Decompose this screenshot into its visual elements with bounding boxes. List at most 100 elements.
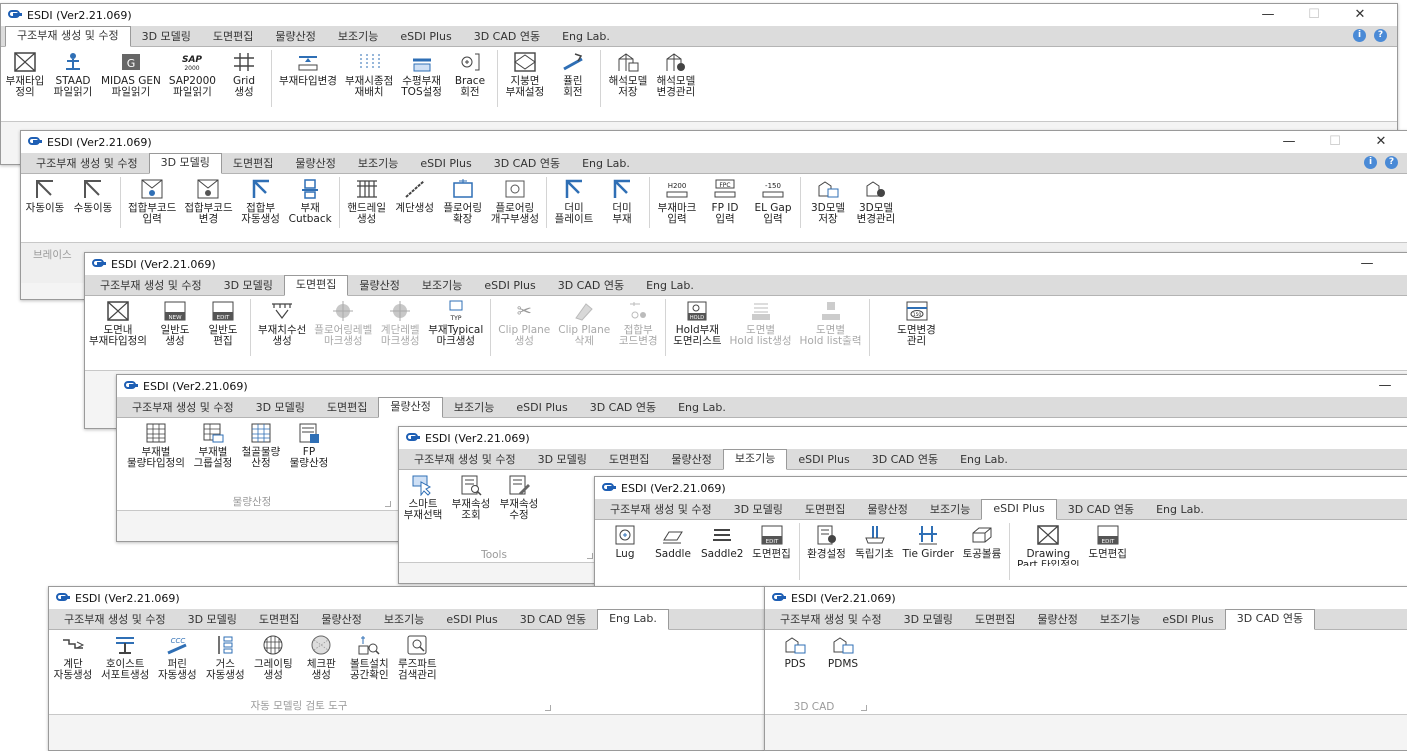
help-icon[interactable]: ? — [1385, 156, 1398, 169]
tab-3d-cad[interactable]: 3D CAD 연동 — [509, 611, 597, 629]
general-drawing-edit-button[interactable]: EDIT 일반도 편집 — [199, 296, 247, 347]
dummy-plate-button[interactable]: 더미 플레이트 — [550, 174, 598, 225]
grating-button[interactable]: 그레이팅 생성 — [249, 630, 297, 681]
hold-list-print-button[interactable]: 도면별 Hold list출력 — [796, 296, 866, 347]
title-bar[interactable]: ESDI (Ver2.21.069) — [49, 587, 765, 609]
tab-eng-lab[interactable]: Eng Lab. — [597, 609, 669, 630]
tab-quantity[interactable]: 물량산정 — [264, 28, 326, 46]
saddle2-button[interactable]: Saddle2 — [697, 520, 748, 560]
tab-drawing-edit[interactable]: 도면편집 — [316, 399, 378, 417]
tab-3d-cad[interactable]: 3D CAD 연동 — [1224, 609, 1316, 630]
tab-quantity[interactable]: 물량산정 — [284, 155, 346, 173]
tab-quantity[interactable]: 물량산정 — [1026, 611, 1088, 629]
tab-esdi-plus[interactable]: eSDI Plus — [389, 28, 462, 46]
tie-girder-button[interactable]: Tie Girder — [899, 520, 958, 560]
tab-quantity[interactable]: 물량산정 — [378, 397, 443, 418]
model-change-button[interactable]: 3D모델 변경관리 — [852, 174, 900, 225]
minimize-button[interactable]: — — [1362, 375, 1407, 397]
saddle-button[interactable]: Saddle — [649, 520, 697, 560]
hoist-support-button[interactable]: 호이스트 서포트생성 — [97, 630, 153, 681]
horizontal-tos-button[interactable]: 수평부재 TOS설정 — [397, 47, 446, 98]
tab-auxiliary[interactable]: 보조기능 — [443, 399, 505, 417]
hold-member-list-button[interactable]: HOLD Hold부재 도면리스트 — [669, 296, 725, 347]
tab-esdi-plus[interactable]: eSDI Plus — [505, 399, 578, 417]
tab-eng-lab[interactable]: Eng Lab. — [667, 399, 737, 417]
manual-move-button[interactable]: 수동이동 — [69, 174, 117, 214]
close-button[interactable]: ✕ — [1337, 4, 1383, 26]
independent-footing-button[interactable]: 독립기초 — [851, 520, 899, 560]
smart-select-button[interactable]: 스마트 부재선택 — [399, 470, 447, 521]
flooring-opening-button[interactable]: 플로어링 개구부생성 — [487, 174, 543, 225]
tab-3d-cad[interactable]: 3D CAD 연동 — [1057, 501, 1145, 519]
typical-mark-button[interactable]: TYP 부재Typical 마크생성 — [424, 296, 487, 347]
drawing-part-button[interactable]: Drawing Part 타입정의 — [1013, 520, 1084, 566]
maximize-button[interactable]: ☐ — [1312, 131, 1358, 153]
stair-button[interactable]: 계단생성 — [391, 174, 439, 214]
tab-eng-lab[interactable]: Eng Lab. — [1145, 501, 1215, 519]
roof-member-button[interactable]: 지붕면 부재설정 — [501, 47, 549, 98]
title-bar[interactable]: ESDI (Ver2.21.069) — [595, 477, 1407, 499]
loose-part-button[interactable]: 루즈파트 검색관리 — [393, 630, 441, 681]
tab-esdi-plus[interactable]: eSDI Plus — [1151, 611, 1224, 629]
tab-esdi-plus[interactable]: eSDI Plus — [981, 499, 1057, 520]
tab-eng-lab[interactable]: Eng Lab. — [949, 451, 1019, 469]
maximize-button[interactable]: ☐ — [1390, 253, 1407, 275]
tab-auxiliary[interactable]: 보조기능 — [919, 501, 981, 519]
title-bar[interactable]: ESDI (Ver2.21.069) — ☐ ✕ — [21, 131, 1407, 153]
tab-esdi-plus[interactable]: eSDI Plus — [409, 155, 482, 173]
fp-quantity-button[interactable]: FP 물량산정 — [285, 418, 333, 469]
tab-quantity[interactable]: 물량산정 — [856, 501, 918, 519]
tab-structure-member[interactable]: 구조부재 생성 및 수정 — [599, 501, 723, 519]
clip-plane-delete-button[interactable]: Clip Plane 삭제 — [554, 296, 614, 347]
minimize-button[interactable]: — — [1344, 253, 1390, 275]
tab-drawing-edit[interactable]: 도면편집 — [598, 451, 660, 469]
close-button[interactable]: ✕ — [1358, 131, 1404, 153]
clip-plane-create-button[interactable]: ✂ Clip Plane 생성 — [494, 296, 554, 347]
tab-eng-lab[interactable]: Eng Lab. — [571, 155, 641, 173]
tab-esdi-plus[interactable]: eSDI Plus — [435, 611, 508, 629]
tab-structure-member[interactable]: 구조부재 생성 및 수정 — [53, 611, 177, 629]
brace-rotate-button[interactable]: Brace 회전 — [446, 47, 494, 98]
drawing-edit2-button[interactable]: EDIT 도면편집 — [1084, 520, 1132, 560]
earthwork-button[interactable]: 토공볼륨 — [958, 520, 1006, 560]
joint-auto-button[interactable]: 접합부 자동생성 — [237, 174, 285, 225]
info-icon[interactable]: i — [1353, 29, 1366, 42]
tab-auxiliary[interactable]: 보조기능 — [411, 277, 473, 295]
tab-quantity[interactable]: 물량산정 — [348, 277, 410, 295]
lug-button[interactable]: Lug — [601, 520, 649, 560]
minimize-button[interactable]: — — [1245, 4, 1291, 26]
help-icon[interactable]: ? — [1374, 29, 1387, 42]
tab-3d-cad[interactable]: 3D CAD 연동 — [483, 155, 571, 173]
tab-3d-cad[interactable]: 3D CAD 연동 — [547, 277, 635, 295]
tab-drawing-edit[interactable]: 도면편집 — [283, 275, 349, 296]
quantity-type-button[interactable]: 부재별 물량타입정의 — [123, 418, 189, 469]
title-bar[interactable]: ESDI (Ver2.21.069) — — [117, 375, 1407, 397]
hold-list-create-button[interactable]: 도면별 Hold list생성 — [726, 296, 796, 347]
drawing-edit-button[interactable]: EDIT 도면편집 — [748, 520, 796, 560]
tab-structure-member[interactable]: 구조부재 생성 및 수정 — [5, 26, 131, 47]
pds-button[interactable]: PDS — [771, 630, 819, 670]
member-cutback-button[interactable]: 부재 Cutback — [285, 174, 336, 225]
tab-structure-member[interactable]: 구조부재 생성 및 수정 — [89, 277, 213, 295]
tab-quantity[interactable]: 물량산정 — [310, 611, 372, 629]
tab-3d-modeling[interactable]: 3D 모델링 — [245, 399, 316, 417]
midas-read-button[interactable]: G MIDAS GEN 파일읽기 — [97, 47, 165, 98]
tab-3d-modeling[interactable]: 3D 모델링 — [893, 611, 964, 629]
purlin-auto-button[interactable]: CCC 퍼린 자동생성 — [153, 630, 201, 681]
fp-id-button[interactable]: FPC FP ID 입력 — [701, 174, 749, 225]
member-start-end-button[interactable]: 부재시종점 재배치 — [341, 47, 397, 98]
tab-eng-lab[interactable]: Eng Lab. — [635, 277, 705, 295]
tab-esdi-plus[interactable]: eSDI Plus — [787, 451, 860, 469]
minimize-button[interactable]: — — [1266, 131, 1312, 153]
truss-auto-button[interactable]: 거스 자동생성 — [201, 630, 249, 681]
drawing-change-manage-button[interactable]: 150 도면변경 관리 — [893, 296, 941, 347]
env-setting-button[interactable]: 환경설정 — [803, 520, 851, 560]
analysis-save-button[interactable]: 해석모델 저장 — [604, 47, 652, 98]
member-type-define-button[interactable]: 부재타입 정의 — [1, 47, 49, 98]
flooring-level-mark-button[interactable]: 플로어링레벨 마크생성 — [310, 296, 376, 347]
pdms-button[interactable]: PDMS — [819, 630, 867, 670]
steel-quantity-button[interactable]: 철골물량 산정 — [237, 418, 285, 469]
title-bar[interactable]: ESDI (Ver2.21.069) — ☐ — [85, 253, 1407, 275]
tab-drawing-edit[interactable]: 도면편집 — [202, 28, 264, 46]
tab-3d-modeling[interactable]: 3D 모델링 — [177, 611, 248, 629]
